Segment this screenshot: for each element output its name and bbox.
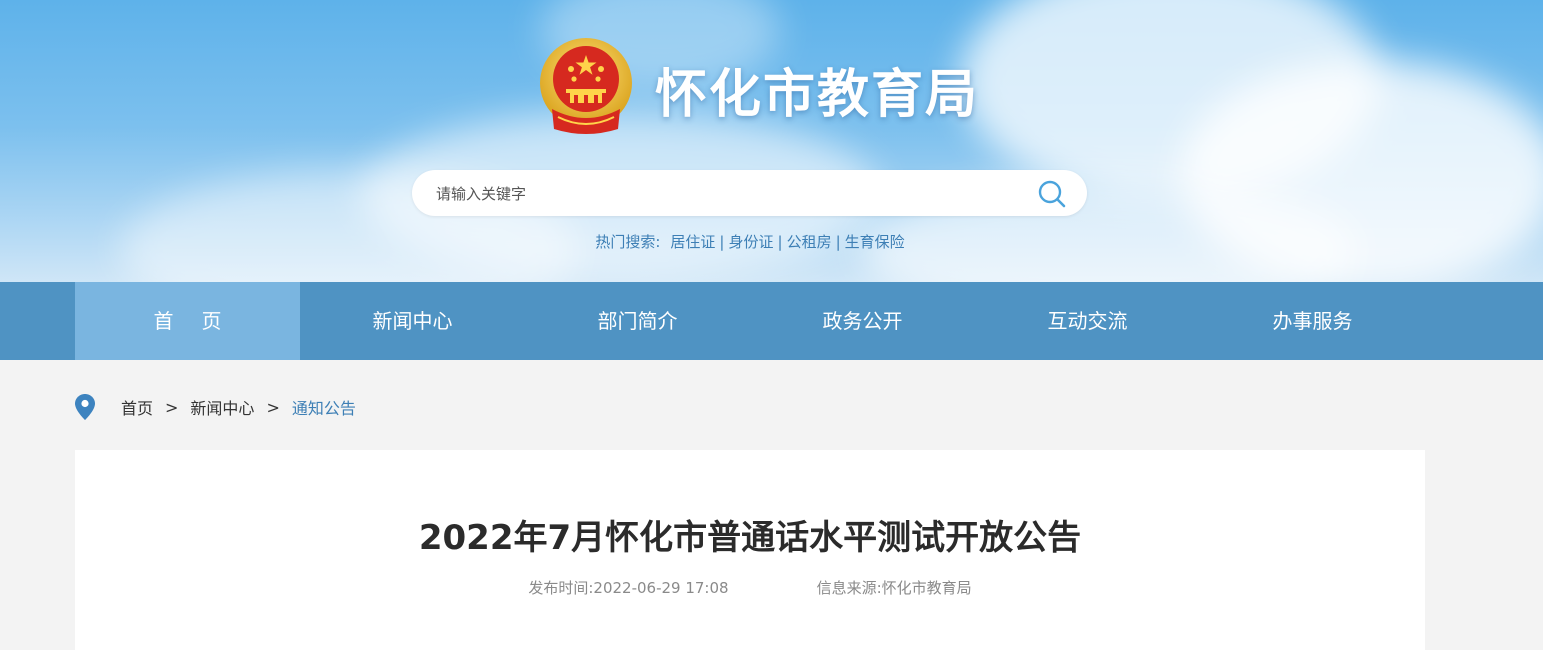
article-card: 2022年7月怀化市普通话水平测试开放公告 发布时间:2022-06-29 17…	[75, 450, 1425, 650]
search-input[interactable]	[434, 170, 1018, 218]
hot-search-link[interactable]: 公租房	[787, 233, 832, 251]
location-pin-icon	[75, 394, 95, 420]
publish-time: 2022-06-29 17:08	[593, 579, 729, 597]
national-emblem-icon	[540, 38, 632, 134]
main-nav: 首页 新闻中心 部门简介 政务公开 互动交流 办事服务	[0, 282, 1543, 360]
search-box	[412, 170, 1087, 218]
source-label: 信息来源:	[816, 579, 882, 597]
header-banner: 怀化市教育局 热门搜索:居住证|身份证|公租房|生育保险	[0, 0, 1543, 282]
separator: |	[777, 233, 783, 251]
nav-item-about[interactable]: 部门简介	[525, 282, 750, 360]
site-title: 怀化市教育局	[655, 65, 980, 125]
nav-item-news[interactable]: 新闻中心	[300, 282, 525, 360]
nav-item-government-affairs[interactable]: 政务公开	[750, 282, 975, 360]
nav-item-interaction[interactable]: 互动交流	[975, 282, 1200, 360]
hot-search-label: 热门搜索:	[595, 233, 661, 251]
breadcrumb: 首页 > 新闻中心 > 通知公告	[75, 393, 356, 421]
article-title: 2022年7月怀化市普通话水平测试开放公告	[418, 518, 1082, 558]
search-icon[interactable]	[1036, 178, 1068, 210]
article-meta: 发布时间:2022-06-29 17:08 信息来源:怀化市教育局	[75, 577, 1425, 598]
breadcrumb-separator: >	[266, 397, 280, 417]
hot-search-link[interactable]: 身份证	[728, 233, 773, 251]
hot-search: 热门搜索: 居住证 | 身份证 | 公租房 | 生育保险	[0, 231, 1500, 252]
nav-item-home[interactable]: 首页	[75, 282, 300, 360]
breadcrumb-news[interactable]: 新闻中心	[190, 395, 254, 419]
nav-item-services[interactable]: 办事服务	[1200, 282, 1425, 360]
separator: |	[719, 233, 725, 251]
source: 怀化市教育局	[881, 579, 972, 597]
breadcrumb-home[interactable]: 首页	[121, 395, 153, 419]
breadcrumb-current[interactable]: 通知公告	[292, 395, 356, 419]
hot-search-link[interactable]: 生育保险	[845, 233, 905, 251]
breadcrumb-separator: >	[165, 397, 179, 417]
separator: |	[835, 233, 841, 251]
hot-search-link[interactable]: 居住证	[670, 233, 715, 251]
publish-time-label: 发布时间:	[528, 579, 594, 597]
